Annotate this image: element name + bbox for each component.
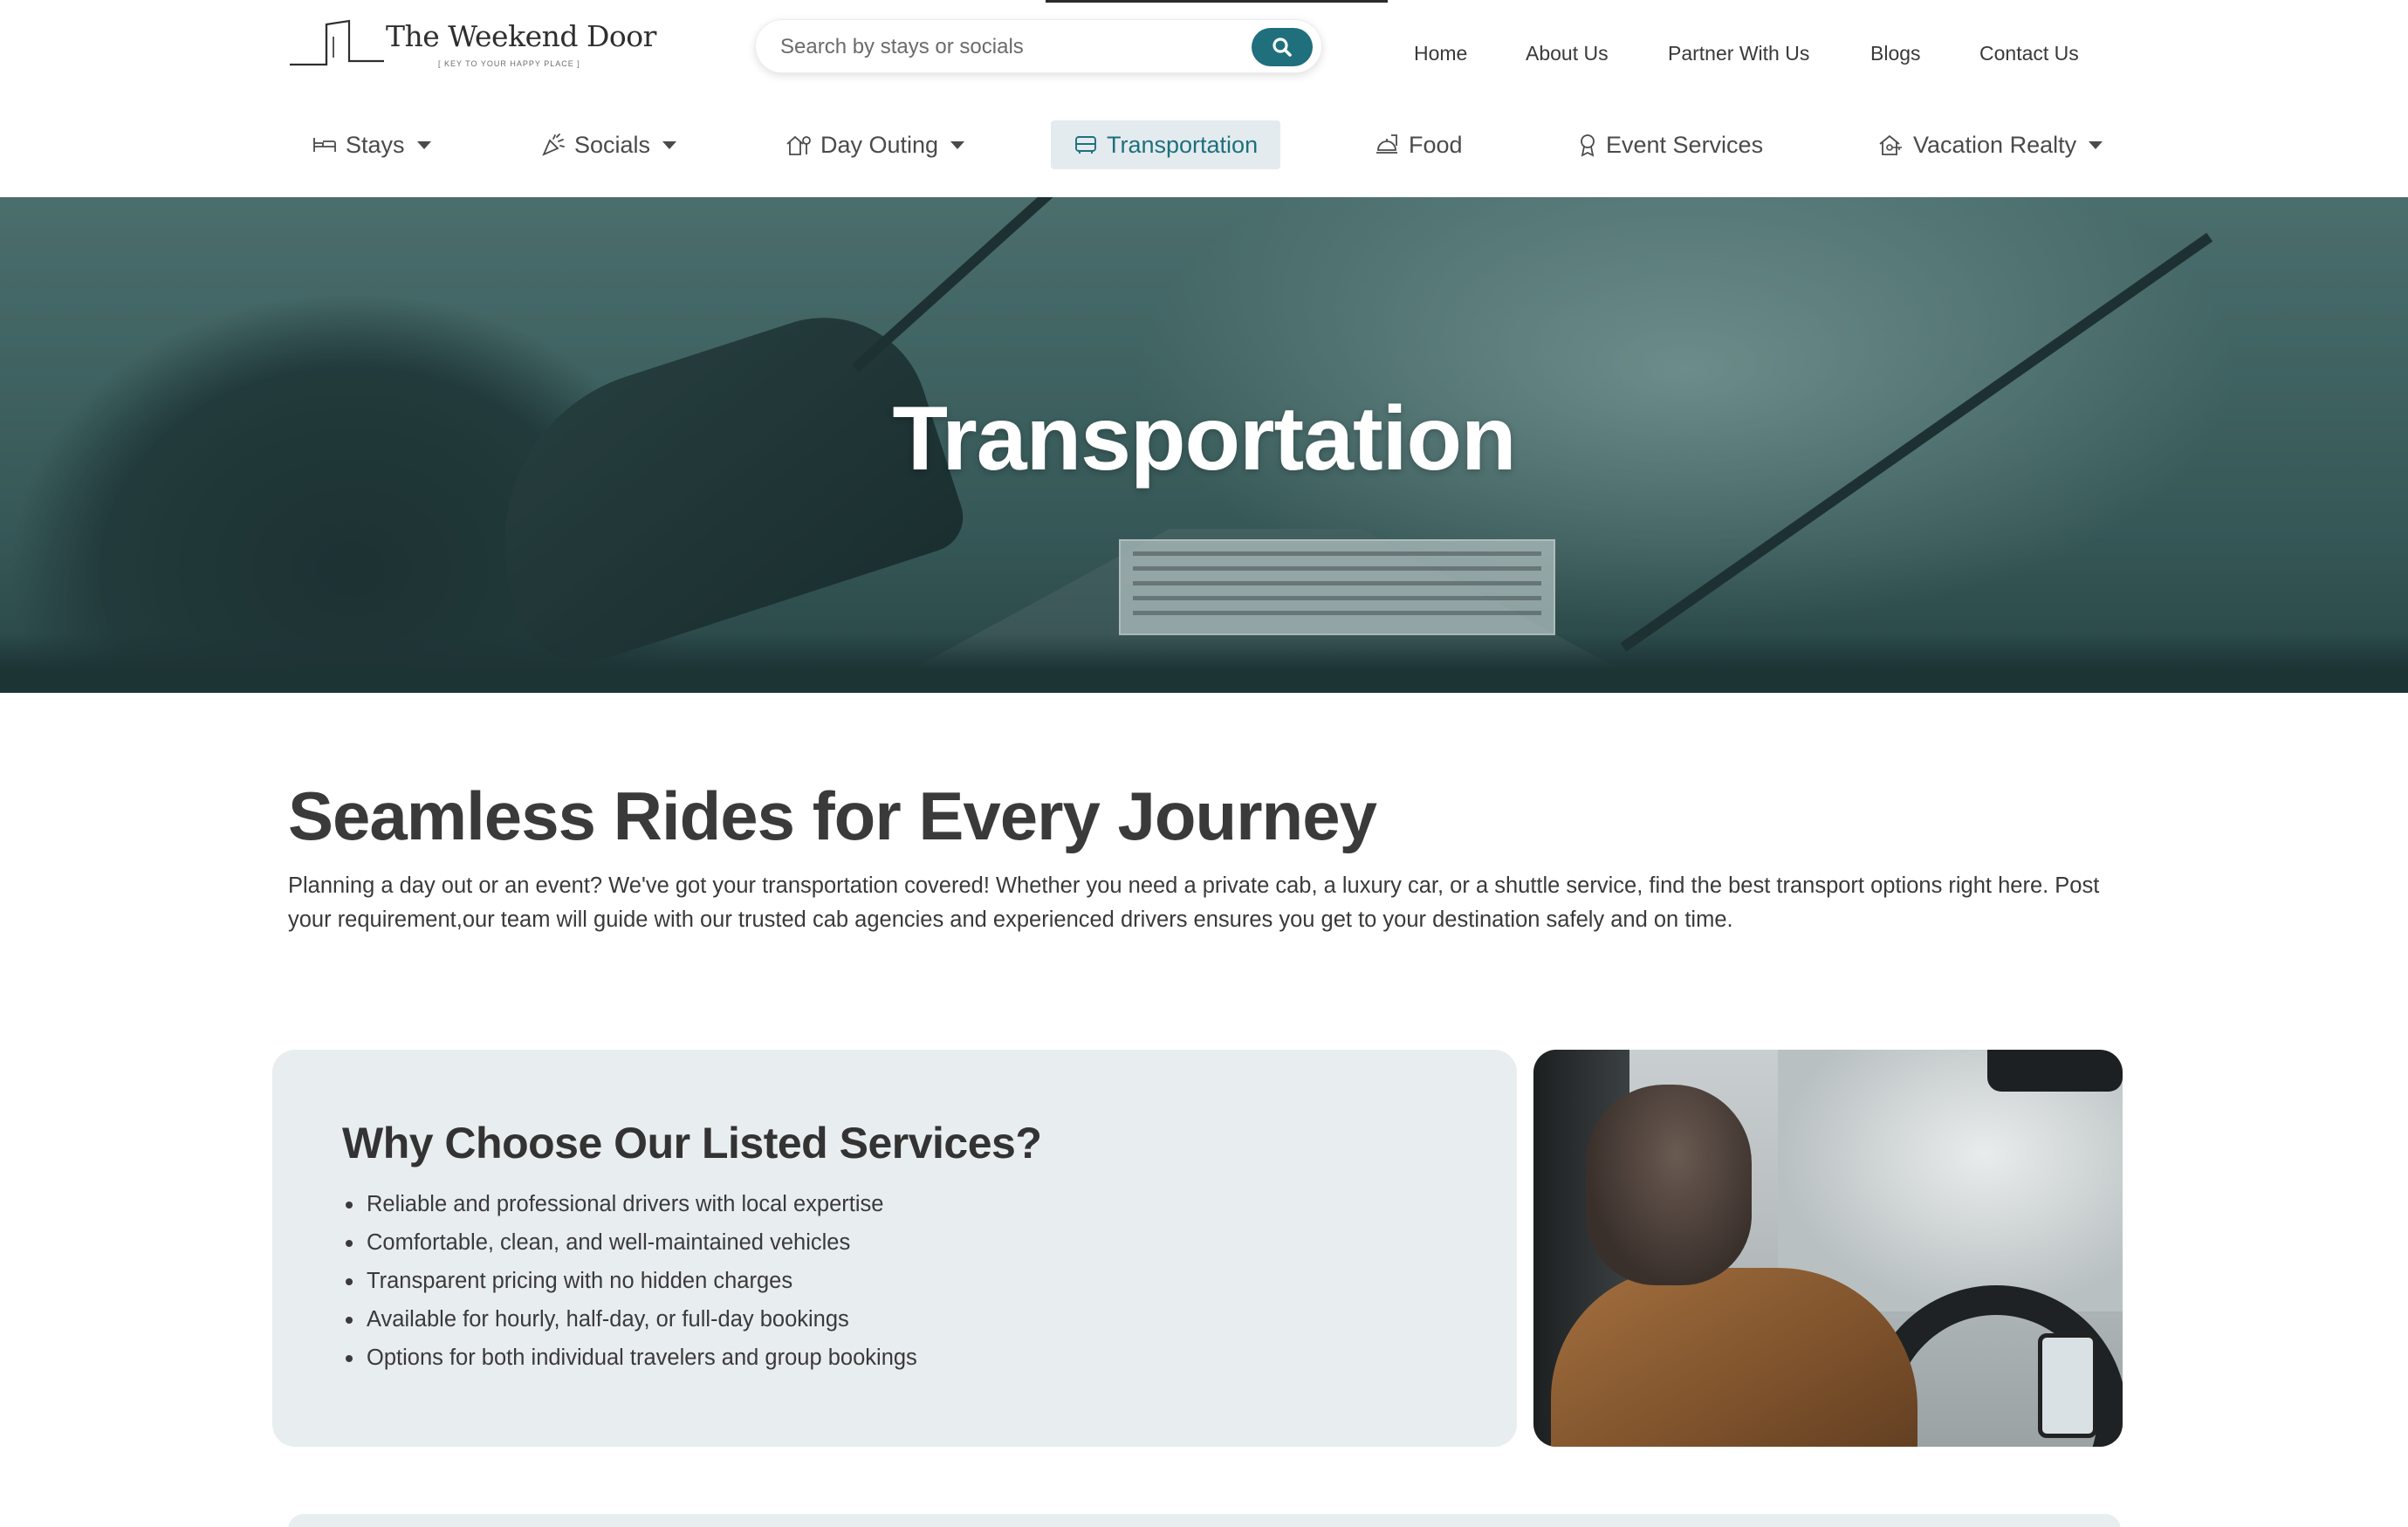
- why-choose-card: Why Choose Our Listed Services? Reliable…: [272, 1050, 1517, 1447]
- category-label: Food: [1409, 131, 1463, 158]
- list-item: Reliable and professional drivers with l…: [342, 1185, 917, 1223]
- next-section-card: [288, 1514, 2121, 1527]
- hero-banner: Transportation: [0, 197, 2408, 693]
- category-day-outing[interactable]: Day Outing: [763, 120, 987, 169]
- door-logo-icon: [290, 19, 384, 66]
- list-item: Transparent pricing with no hidden charg…: [342, 1262, 917, 1300]
- top-accent-line: [1046, 0, 1388, 3]
- nav-contact-us[interactable]: Contact Us: [1979, 42, 2079, 65]
- nav-partner-with-us[interactable]: Partner With Us: [1668, 42, 1809, 65]
- why-title: Why Choose Our Listed Services?: [342, 1119, 1042, 1168]
- brand-logo[interactable]: The Weekend Door [ KEY TO YOUR HAPPY PLA…: [288, 19, 656, 72]
- award-icon: [1581, 134, 1595, 157]
- list-item: Comfortable, clean, and well-maintained …: [342, 1223, 917, 1262]
- chevron-down-icon: [416, 140, 431, 149]
- category-socials[interactable]: Socials: [518, 120, 699, 169]
- party-icon: [542, 134, 565, 156]
- why-list: Reliable and professional drivers with l…: [342, 1185, 917, 1377]
- category-label: Stays: [346, 131, 405, 158]
- home-key-icon: [1879, 134, 1902, 155]
- category-label: Day Outing: [820, 131, 939, 158]
- chevron-down-icon: [2089, 140, 2103, 149]
- top-header: The Weekend Door [ KEY TO YOUR HAPPY PLA…: [0, 0, 2408, 94]
- nav-blogs[interactable]: Blogs: [1870, 42, 1921, 65]
- category-food[interactable]: Food: [1351, 120, 1485, 169]
- chevron-down-icon: [662, 140, 677, 149]
- search-bar: [755, 19, 1322, 73]
- driver-photo: [1533, 1050, 2123, 1447]
- category-navigation: Stays Socials Day Outing Transportation: [0, 120, 2408, 169]
- nav-home[interactable]: Home: [1414, 42, 1467, 65]
- category-label: Socials: [574, 131, 651, 158]
- search-button[interactable]: [1252, 28, 1313, 66]
- chevron-down-icon: [950, 140, 965, 149]
- search-input[interactable]: [780, 32, 1234, 62]
- house-tree-icon: [786, 135, 811, 155]
- bus-icon: [1075, 136, 1096, 154]
- brand-tagline: [ KEY TO YOUR HAPPY PLACE ]: [438, 59, 580, 68]
- intro-title: Seamless Rides for Every Journey: [288, 777, 1377, 854]
- category-vacation-realty[interactable]: Vacation Realty: [1856, 120, 2125, 169]
- category-label: Transportation: [1107, 131, 1259, 158]
- brand-name: The Weekend Door: [386, 19, 656, 53]
- nav-about-us[interactable]: About Us: [1526, 42, 1609, 65]
- search-icon: [1273, 38, 1292, 57]
- food-tray-icon: [1376, 134, 1397, 154]
- category-stays[interactable]: Stays: [290, 120, 454, 169]
- list-item: Options for both individual travelers an…: [342, 1339, 917, 1377]
- bed-icon: [313, 138, 336, 152]
- category-label: Event Services: [1606, 131, 1764, 158]
- intro-text: Planning a day out or an event? We've go…: [288, 873, 2100, 932]
- category-event-services[interactable]: Event Services: [1555, 120, 1786, 169]
- list-item: Available for hourly, half-day, or full-…: [342, 1300, 917, 1339]
- hero-title: Transportation: [892, 388, 1516, 490]
- category-label: Vacation Realty: [1913, 131, 2077, 158]
- category-transportation[interactable]: Transportation: [1051, 120, 1281, 169]
